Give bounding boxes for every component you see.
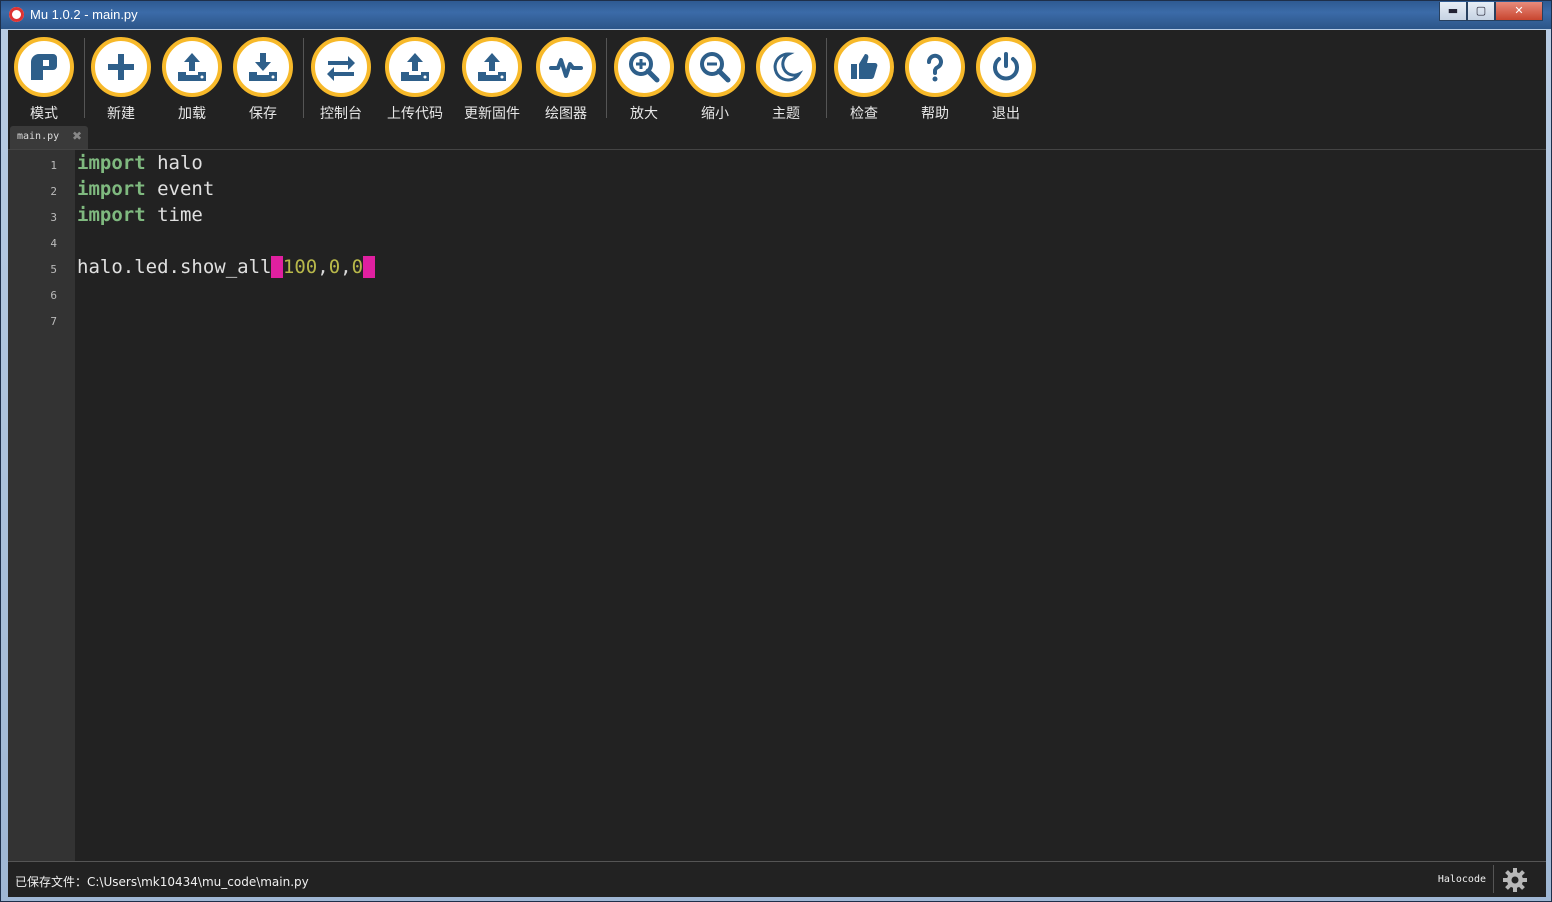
status-bar: 已保存文件：C:\Users\mk10434\mu_code\main.py H… <box>8 861 1546 897</box>
plotter-label: 绘图器 <box>545 106 587 122</box>
comma-token: , <box>340 256 352 278</box>
check-label: 检查 <box>850 106 878 122</box>
save-button[interactable]: 保存 <box>230 37 296 123</box>
download-icon <box>249 53 277 81</box>
line-number: 6 <box>50 289 57 302</box>
code-token: halo <box>145 152 203 174</box>
status-message: 已保存文件：C:\Users\mk10434\mu_code\main.py <box>15 875 309 889</box>
power-icon <box>993 52 1019 81</box>
minimize-button[interactable]: ▬ <box>1439 2 1467 21</box>
code-line-1: import halo <box>77 151 203 175</box>
toolbar-separator <box>826 38 827 118</box>
code-line-3: import time <box>77 203 203 227</box>
tab-main-py[interactable]: main.py ✖ <box>10 126 88 149</box>
code-token: halo.led.show_all <box>77 256 272 278</box>
gear-icon[interactable] <box>1502 867 1528 893</box>
code-token: event <box>145 178 215 200</box>
console-button[interactable]: 控制台 <box>308 37 374 123</box>
moon-icon <box>773 52 803 82</box>
code-editor[interactable]: 1 2 3 4 5 6 7 import halo import event i… <box>8 150 1546 861</box>
matched-brace-close: ) <box>363 256 375 278</box>
close-tab-icon[interactable]: ✖ <box>72 129 82 143</box>
toolbar: 模式 新建 加载 保存 控制台 上传代码 更新固件 绘图器 放大 缩小 主题 检… <box>8 30 1546 124</box>
comma-token: , <box>317 256 329 278</box>
code-token: time <box>145 204 203 226</box>
toolbar-separator <box>606 38 607 118</box>
zoom-out-button[interactable]: 缩小 <box>682 37 748 123</box>
load-label: 加载 <box>178 106 206 122</box>
line-number: 5 <box>50 263 57 276</box>
close-button[interactable]: ✕ <box>1495 2 1543 21</box>
theme-button[interactable]: 主题 <box>753 37 819 123</box>
quit-button[interactable]: 退出 <box>973 37 1039 123</box>
swap-arrows-icon <box>327 56 355 81</box>
status-separator <box>1493 865 1494 893</box>
title-bar[interactable]: Mu 1.0.2 - main.py ▬ ▢ ✕ <box>1 1 1551 29</box>
keyword-token: import <box>77 204 146 226</box>
zoom-in-button[interactable]: 放大 <box>611 37 677 123</box>
console-label: 控制台 <box>320 106 362 122</box>
question-icon <box>927 53 943 82</box>
mode-button[interactable]: 模式 <box>11 37 77 123</box>
zoom-out-label: 缩小 <box>701 106 729 122</box>
line-number: 2 <box>50 185 57 198</box>
zoom-out-icon <box>700 52 731 83</box>
mu-logo-icon <box>9 7 24 22</box>
new-label: 新建 <box>107 106 135 122</box>
matched-brace-open: ( <box>271 256 283 278</box>
plotter-button[interactable]: 绘图器 <box>533 37 599 123</box>
toolbar-separator <box>303 38 304 118</box>
app-window: Mu 1.0.2 - main.py ▬ ▢ ✕ 模式 新建 加载 保存 控制台… <box>0 0 1552 902</box>
new-button[interactable]: 新建 <box>88 37 154 123</box>
mu-editor: 模式 新建 加载 保存 控制台 上传代码 更新固件 绘图器 放大 缩小 主题 检… <box>8 30 1546 897</box>
pulse-icon <box>549 58 583 78</box>
window-title: Mu 1.0.2 - main.py <box>30 7 138 22</box>
help-label: 帮助 <box>921 106 949 122</box>
upload-icon <box>478 53 506 81</box>
upload-code-label: 上传代码 <box>387 106 443 122</box>
tab-label: main.py <box>17 131 60 142</box>
line-number: 3 <box>50 211 57 224</box>
line-number: 1 <box>50 159 57 172</box>
zoom-in-label: 放大 <box>630 106 658 122</box>
upload-icon <box>401 53 429 81</box>
quit-label: 退出 <box>992 106 1020 122</box>
plus-icon <box>108 54 134 80</box>
toolbar-separator <box>84 38 85 118</box>
line-number-gutter: 1 2 3 4 5 6 7 <box>8 150 75 861</box>
keyword-token: import <box>77 152 146 174</box>
zoom-in-icon <box>629 52 660 83</box>
tab-bar: main.py ✖ <box>8 124 1546 150</box>
number-token: 0 <box>328 256 341 278</box>
number-token: 0 <box>351 256 364 278</box>
mode-icon <box>31 54 57 80</box>
upload-code-button[interactable]: 上传代码 <box>382 37 448 123</box>
mode-label: 模式 <box>30 106 58 122</box>
mode-indicator[interactable]: Halocode <box>1438 874 1486 885</box>
keyword-token: import <box>77 178 146 200</box>
theme-label: 主题 <box>772 106 800 122</box>
load-button[interactable]: 加载 <box>159 37 225 123</box>
check-button[interactable]: 检查 <box>831 37 897 123</box>
update-firmware-label: 更新固件 <box>464 106 520 122</box>
save-label: 保存 <box>249 106 277 122</box>
code-line-5: halo.led.show_all(100,0,0) <box>77 255 375 279</box>
number-token: 100 <box>282 256 318 278</box>
code-line-2: import event <box>77 177 214 201</box>
maximize-button[interactable]: ▢ <box>1467 2 1495 21</box>
line-number: 7 <box>50 315 57 328</box>
upload-icon <box>178 53 206 81</box>
update-firmware-button[interactable]: 更新固件 <box>459 37 525 123</box>
thumbs-up-icon <box>851 54 878 79</box>
help-button[interactable]: 帮助 <box>902 37 968 123</box>
line-number: 4 <box>50 237 57 250</box>
